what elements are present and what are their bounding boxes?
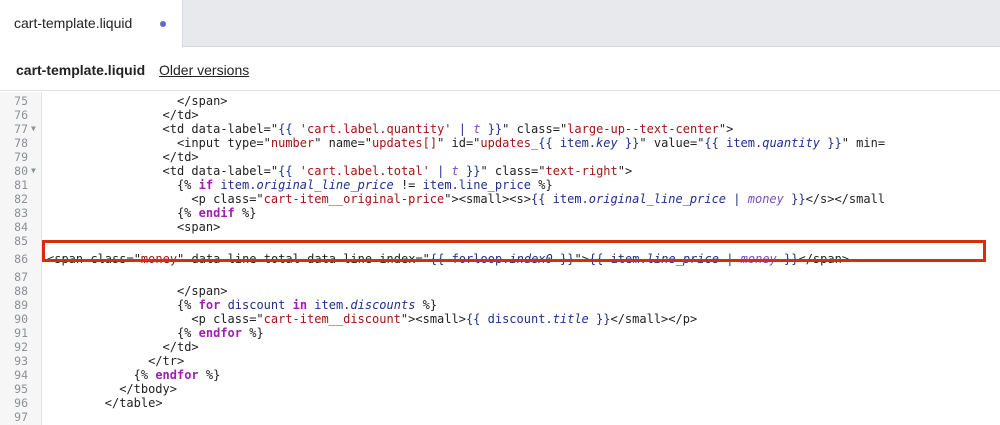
older-versions-link[interactable]: Older versions	[159, 62, 249, 78]
code-line: 97	[0, 410, 1000, 424]
code-text: {% if item.original_line_price != item.l…	[176, 178, 553, 192]
code-line: 94 {% endfor %}	[0, 368, 1000, 382]
code-line: 96 </table>	[0, 396, 1000, 410]
line-number: 80	[14, 164, 28, 178]
line-number: 84	[14, 220, 28, 234]
code-line: 77 ▼ <td data-label="{{ 'cart.label.quanti…	[0, 122, 1000, 136]
tab-cart-template[interactable]: cart-template.liquid	[0, 0, 183, 48]
line-number: 92	[14, 340, 28, 354]
code-text: <span>	[176, 220, 221, 234]
code-line: 87	[0, 270, 1000, 284]
code-line: 84 <span>	[0, 220, 1000, 234]
line-number: 87	[14, 270, 28, 284]
fold-arrow-icon[interactable]: ▼	[31, 164, 36, 178]
fold-arrow-icon[interactable]: ▼	[31, 122, 36, 136]
line-number: 83	[14, 206, 28, 220]
line-number: 75	[14, 94, 28, 108]
code-text: </span>	[176, 284, 228, 298]
code-text: {% for discount in item.discounts %}	[176, 298, 438, 312]
unsaved-dot-icon	[160, 21, 166, 27]
line-number: 79	[14, 150, 28, 164]
code-text: <td data-label="{{ 'cart.label.quantity'…	[162, 122, 734, 136]
line-number: 78	[14, 136, 28, 150]
tab-label: cart-template.liquid	[14, 15, 133, 31]
code-line: 86 <span class="money" data-line-total da…	[0, 252, 1000, 266]
code-line: 85	[0, 234, 1000, 248]
code-text: <p class="cart-item__discount"><small>{{…	[191, 312, 698, 326]
code-text: </tr>	[148, 354, 185, 368]
code-line: 90 <p class="cart-item__discount"><small>…	[0, 312, 1000, 326]
line-number: 97	[14, 410, 28, 424]
code-text: </td>	[162, 340, 199, 354]
line-number: 96	[14, 396, 28, 410]
code-text: <td data-label="{{ 'cart.label.total' | …	[162, 164, 633, 178]
code-line: 88 </span>	[0, 284, 1000, 298]
code-line: 80 ▼ <td data-label="{{ 'cart.label.total'…	[0, 164, 1000, 178]
code-line: 89 {% for discount in item.discounts %}	[0, 298, 1000, 312]
code-line: 93 </tr>	[0, 354, 1000, 368]
code-line: 82 <p class="cart-item__original-price"><…	[0, 192, 1000, 206]
code-line: 81 {% if item.original_line_price != item…	[0, 178, 1000, 192]
code-text: {% endfor %}	[176, 326, 264, 340]
line-number: 86	[14, 252, 28, 266]
code-line: 92 </td>	[0, 340, 1000, 354]
line-number: 89	[14, 298, 28, 312]
line-number: 77	[14, 122, 28, 136]
code-text: </tbody>	[119, 382, 177, 396]
code-line: 78 <input type="number" name="updates[]" …	[0, 136, 1000, 150]
code-text: {% endif %}	[176, 206, 257, 220]
code-text: <span class="money" data-line-total data…	[47, 252, 850, 266]
code-text: <p class="cart-item__original-price"><sm…	[191, 192, 886, 206]
line-number: 88	[14, 284, 28, 298]
code-text: </span>	[176, 94, 228, 108]
code-text: <input type="number" name="updates[]" id…	[176, 136, 886, 150]
file-header: cart-template.liquid Older versions	[0, 48, 1000, 91]
code-text: </td>	[162, 108, 199, 122]
code-line: 75 </span>	[0, 94, 1000, 108]
code-line: 76 </td>	[0, 108, 1000, 122]
line-number: 90	[14, 312, 28, 326]
code-editor[interactable]: 75 </span> 76 </td> 77 ▼ <td data-label="{{ 'c…	[0, 92, 1000, 425]
code-line: 79 </td>	[0, 150, 1000, 164]
line-number: 82	[14, 192, 28, 206]
line-number: 76	[14, 108, 28, 122]
line-number: 91	[14, 326, 28, 340]
code-line: 95 </tbody>	[0, 382, 1000, 396]
code-line: 83 {% endif %}	[0, 206, 1000, 220]
line-number: 93	[14, 354, 28, 368]
line-number: 85	[14, 234, 28, 248]
code-text: {% endfor %}	[133, 368, 221, 382]
editor-tab-bar: cart-template.liquid	[0, 0, 1000, 48]
code-line: 91 {% endfor %}	[0, 326, 1000, 340]
line-number: 94	[14, 368, 28, 382]
code-text: </td>	[162, 150, 199, 164]
line-number: 95	[14, 382, 28, 396]
code-text: </table>	[104, 396, 163, 410]
line-number: 81	[14, 178, 28, 192]
file-title: cart-template.liquid	[16, 62, 146, 78]
